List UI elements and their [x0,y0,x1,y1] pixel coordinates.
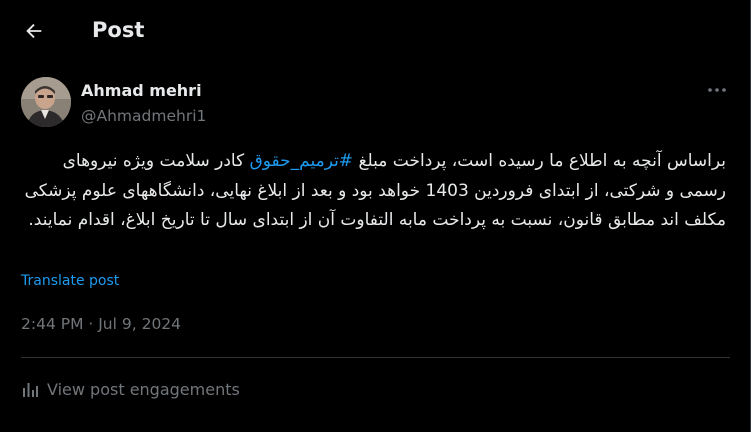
arrow-left-icon [26,23,42,39]
view-engagements-label: View post engagements [47,380,240,399]
divider [21,357,730,358]
tweet-text-start: براساس آنچه به اطلاع ما رسیده است، پرداخ… [353,151,726,171]
hashtag-link[interactable]: #ترمیم_حقوق [250,151,354,171]
view-engagements-button[interactable]: View post engagements [21,380,240,399]
avatar-photo-icon [21,77,71,127]
avatar[interactable] [21,77,71,127]
post-timestamp[interactable]: 2:44 PM · Jul 9, 2024 [21,315,181,333]
author-handle[interactable]: @Ahmadmehri1 [81,107,206,125]
more-options-button[interactable] [702,80,732,100]
post-page: Post Ahmad mehri @Ahmadmehri1 براساس آنچ… [0,0,751,432]
tweet-text: براساس آنچه به اطلاع ما رسیده است، پرداخ… [21,147,726,236]
back-button[interactable] [12,11,56,51]
more-horizontal-icon [708,88,726,92]
page-title: Post [92,18,145,42]
author-name[interactable]: Ahmad mehri [81,81,202,100]
page-header: Post [0,0,751,62]
bar-chart-icon [21,381,39,399]
translate-post-link[interactable]: Translate post [21,273,119,289]
